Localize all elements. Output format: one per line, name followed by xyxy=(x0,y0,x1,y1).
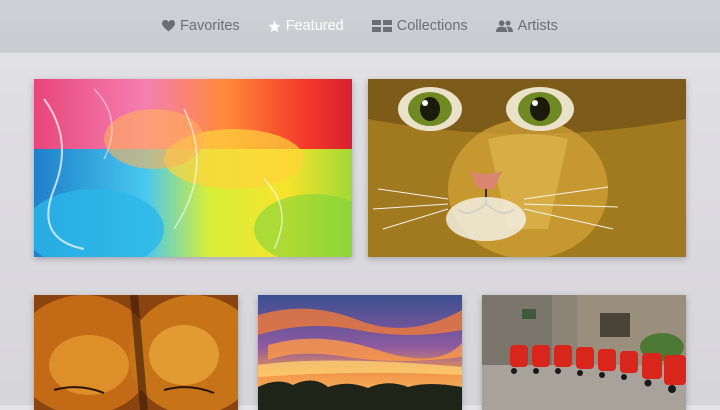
tab-collections[interactable]: Collections xyxy=(371,18,468,34)
heart-icon xyxy=(162,20,176,32)
tab-artists-label: Artists xyxy=(517,18,558,34)
abstract-painting-thumbnail xyxy=(34,79,352,257)
artwork-card-abstract[interactable] xyxy=(34,79,352,257)
tab-favorites[interactable]: Favorites xyxy=(162,18,240,34)
artwork-card-sunset[interactable] xyxy=(258,295,462,410)
people-icon xyxy=(495,20,513,32)
top-navigation-bar: Favorites Featured Collections Artists xyxy=(0,0,720,52)
star-icon xyxy=(268,20,281,32)
artwork-card-dog[interactable] xyxy=(34,295,238,410)
grid-icon xyxy=(371,20,392,32)
scooters-painting-thumbnail xyxy=(482,295,686,410)
tab-artists[interactable]: Artists xyxy=(495,18,558,34)
tab-favorites-label: Favorites xyxy=(180,18,240,34)
dog-painting-thumbnail xyxy=(34,295,238,410)
sunset-painting-thumbnail xyxy=(258,295,462,410)
tab-featured-label: Featured xyxy=(285,18,344,34)
artwork-card-scooters[interactable] xyxy=(482,295,686,410)
tab-collections-label: Collections xyxy=(396,18,468,34)
artwork-card-cat[interactable] xyxy=(368,79,686,257)
tab-featured[interactable]: Featured xyxy=(268,18,344,34)
cat-painting-thumbnail xyxy=(368,79,686,257)
